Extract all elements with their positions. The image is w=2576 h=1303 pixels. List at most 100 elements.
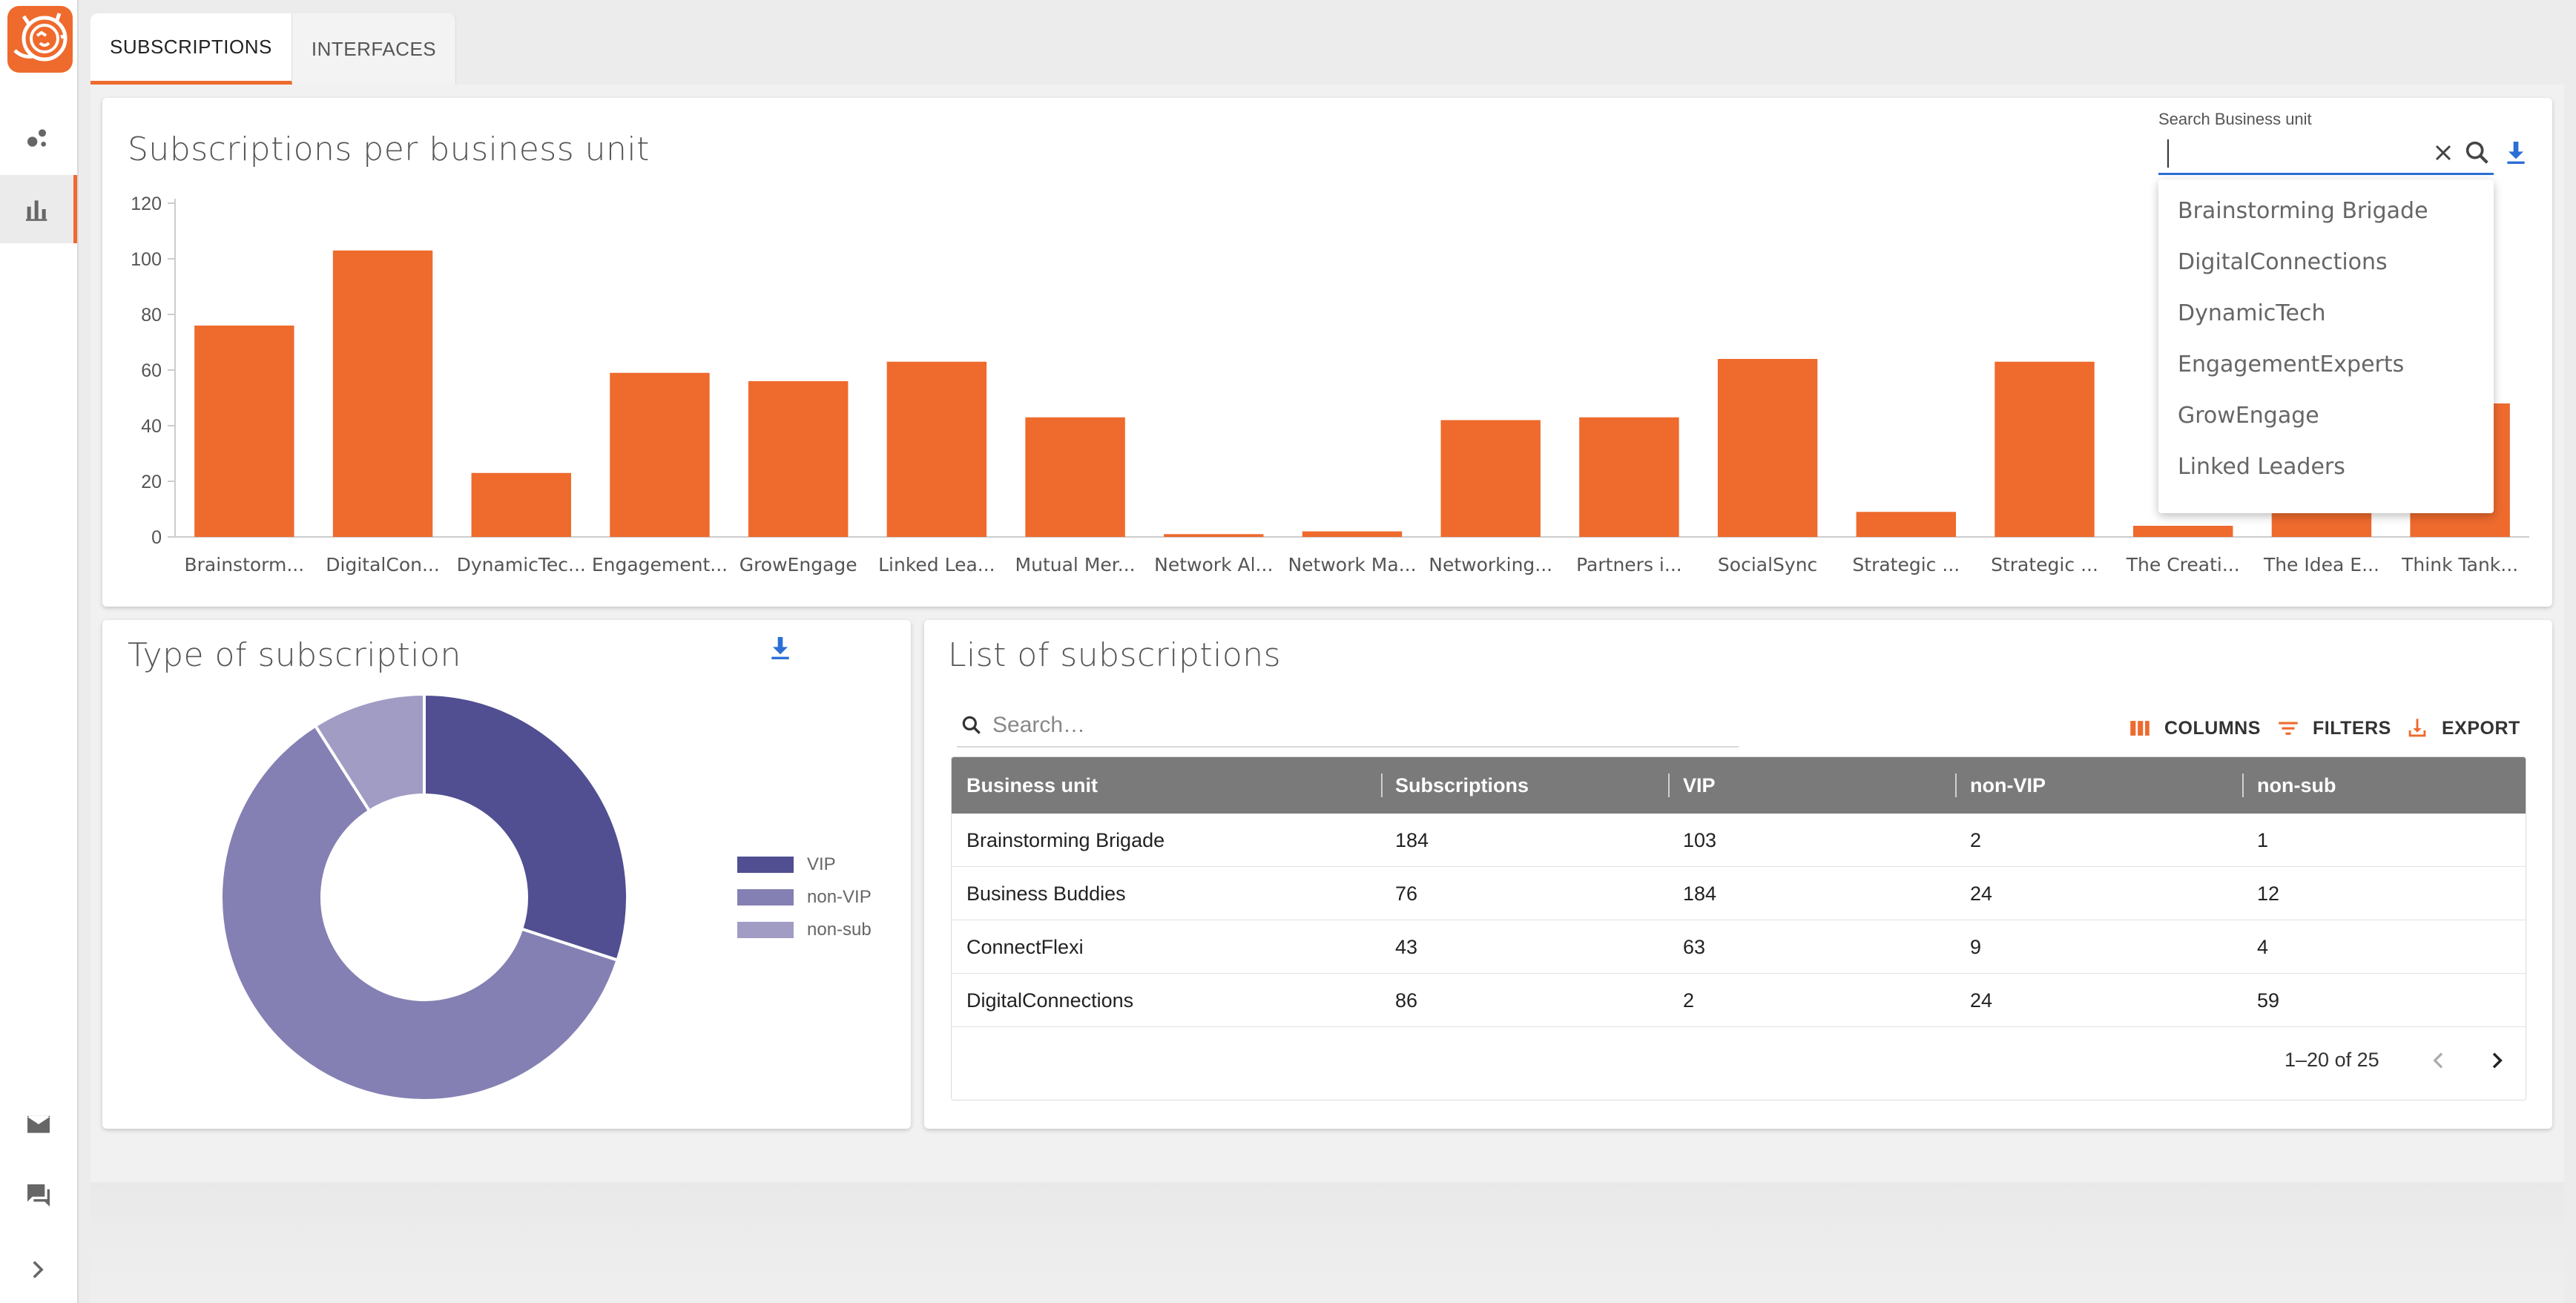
cell-subscriptions: 184 — [1395, 829, 1429, 851]
pagination-info: 1–20 of 25 — [2285, 1049, 2379, 1071]
export-button[interactable]: EXPORT — [2405, 712, 2520, 745]
y-tick-label: 40 — [141, 416, 162, 437]
x-tick-label: Brainstorm... — [185, 554, 305, 575]
cell-non-sub: 1 — [2257, 829, 2269, 851]
column-header-business-unit[interactable]: Business unit — [966, 757, 1098, 814]
x-tick-label: DigitalCon... — [326, 554, 440, 575]
table-search-input[interactable] — [992, 709, 1727, 742]
clear-icon[interactable] — [2430, 139, 2457, 166]
column-separator[interactable] — [1955, 773, 1957, 797]
legend-item-vip[interactable]: VIP — [737, 854, 836, 875]
legend-item-non-sub[interactable]: non-sub — [737, 920, 872, 940]
sidebar-item-mail[interactable] — [0, 1090, 77, 1158]
y-tick-label: 100 — [131, 249, 162, 270]
dropdown-option[interactable]: Brainstorming Brigade — [2158, 185, 2494, 237]
table-search-field[interactable] — [957, 705, 1739, 748]
search-business-unit-input[interactable] — [2158, 136, 2425, 169]
export-icon — [2408, 719, 2426, 737]
legend-item-non-vip[interactable]: non-VIP — [737, 887, 872, 908]
dropdown-option[interactable]: DynamicTech — [2158, 288, 2494, 339]
columns-icon — [2130, 721, 2150, 736]
cell-vip: 184 — [1683, 883, 1717, 905]
chevron-right-icon — [33, 1261, 44, 1279]
bar — [1994, 361, 2095, 537]
table-row[interactable]: Brainstorming Brigade 184 103 2 1 — [952, 814, 2526, 867]
bar — [1717, 359, 1818, 537]
sidebar-expand-button[interactable] — [0, 1236, 77, 1303]
bar — [2133, 526, 2233, 537]
dropdown-option[interactable]: DigitalConnections — [2158, 237, 2494, 288]
dropdown-option[interactable]: Linked Leaders — [2158, 441, 2494, 492]
bar — [1440, 420, 1541, 537]
donut-slice — [423, 692, 629, 963]
columns-button[interactable]: COLUMNS — [2127, 712, 2261, 745]
bar — [471, 472, 571, 537]
page-footer-area — [90, 1182, 2564, 1303]
column-header-non-vip[interactable]: non-VIP — [1970, 757, 2046, 814]
text-caret — [2167, 139, 2169, 168]
table-row[interactable]: ConnectFlexi 43 63 9 4 — [952, 920, 2526, 974]
x-tick-label: Mutual Mer... — [1015, 554, 1136, 575]
donut-chart-title: Type of subscription — [128, 636, 461, 674]
column-header-subscriptions[interactable]: Subscriptions — [1395, 757, 1529, 814]
cell-business-unit: Business Buddies — [966, 883, 1126, 905]
bar — [194, 326, 294, 537]
cell-non-sub: 59 — [2257, 989, 2280, 1012]
column-header-non-sub[interactable]: non-sub — [2257, 757, 2336, 814]
filters-button[interactable]: FILTERS — [2276, 712, 2391, 745]
cell-business-unit: ConnectFlexi — [966, 936, 1084, 958]
cell-non-sub: 4 — [2257, 936, 2269, 958]
y-tick-label: 20 — [141, 472, 162, 492]
column-separator[interactable] — [2242, 773, 2244, 797]
cell-non-vip: 24 — [1970, 989, 1993, 1012]
legend-swatch — [737, 857, 794, 873]
chat-icon — [27, 1184, 50, 1207]
legend-swatch — [737, 922, 794, 938]
legend-swatch — [737, 889, 794, 905]
sidebar-item-chat[interactable] — [0, 1161, 77, 1230]
x-tick-label: Strategic ... — [1991, 554, 2098, 575]
search-icon — [962, 716, 981, 734]
chevron-right-icon[interactable] — [2485, 1049, 2509, 1072]
bar — [886, 361, 987, 537]
column-header-vip[interactable]: VIP — [1683, 757, 1716, 814]
x-tick-label: The Creati... — [2126, 554, 2240, 575]
table-row[interactable]: DigitalConnections 86 2 24 59 — [952, 974, 2526, 1027]
column-separator[interactable] — [1381, 773, 1383, 797]
dropdown-option[interactable]: GrowEngage — [2158, 390, 2494, 441]
x-tick-label: Think Tank... — [2401, 554, 2518, 575]
legend-label: VIP — [807, 854, 836, 874]
search-business-unit-field[interactable] — [2158, 132, 2494, 175]
column-separator[interactable] — [1668, 773, 1670, 797]
x-tick-label: Networking... — [1429, 554, 1552, 575]
download-icon[interactable] — [2501, 138, 2531, 168]
search-icon[interactable] — [2463, 138, 2492, 168]
cell-subscriptions: 76 — [1395, 883, 1418, 905]
x-tick-label: SocialSync — [1718, 554, 1817, 575]
cell-business-unit: Brainstorming Brigade — [966, 829, 1165, 851]
y-tick-label: 120 — [131, 194, 162, 214]
business-unit-dropdown: Brainstorming Brigade DigitalConnections… — [2158, 179, 2494, 513]
bar — [1164, 534, 1264, 537]
bar — [1856, 512, 1957, 537]
legend-label: non-sub — [807, 920, 872, 940]
table-row[interactable]: Business Buddies 76 184 24 12 — [952, 867, 2526, 920]
columns-label: COLUMNS — [2164, 717, 2261, 739]
cell-non-vip: 9 — [1970, 936, 1982, 958]
export-label: EXPORT — [2442, 717, 2520, 739]
table-title: List of subscriptions — [948, 636, 1282, 674]
chevron-left-icon[interactable] — [2427, 1049, 2451, 1072]
bar — [332, 250, 433, 537]
dropdown-option[interactable]: EngagementExperts — [2158, 339, 2494, 390]
mail-icon — [27, 1115, 50, 1133]
x-tick-label: Strategic ... — [1852, 554, 1960, 575]
filters-label: FILTERS — [2313, 717, 2391, 739]
donut-chart — [220, 692, 629, 1102]
download-icon[interactable] — [765, 633, 795, 663]
cell-non-vip: 2 — [1970, 829, 1982, 851]
bar — [748, 381, 849, 537]
filter-icon — [2279, 722, 2298, 735]
search-business-unit-label: Search Business unit — [2158, 110, 2312, 128]
cell-non-vip: 24 — [1970, 883, 1993, 905]
x-tick-label: Linked Lea... — [878, 554, 995, 575]
